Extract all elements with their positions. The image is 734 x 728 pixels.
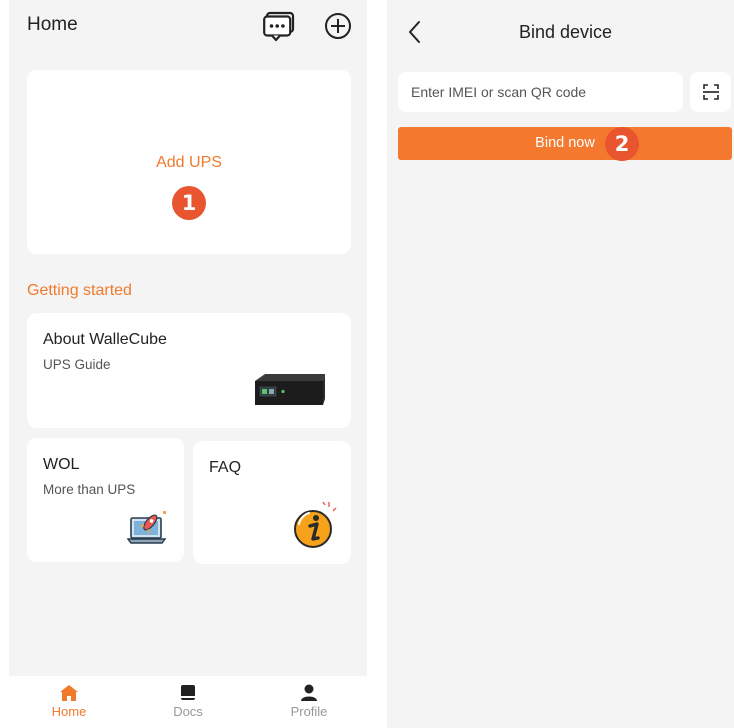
add-ups-card[interactable]: Add UPS 1 <box>27 70 351 254</box>
add-ups-label: Add UPS <box>156 154 222 171</box>
book-icon <box>181 685 195 700</box>
info-icon <box>294 501 337 548</box>
laptop-rocket-icon <box>127 511 167 544</box>
scan-icon <box>702 84 719 100</box>
page-title: Bind device <box>518 22 613 42</box>
user-icon <box>301 684 317 701</box>
getting-started-title: Getting started <box>27 282 132 299</box>
ups-device-icon <box>255 374 325 405</box>
bind-header: Bind device <box>387 0 734 60</box>
home-screen: Home Add UPS 1 Getting started About Wal… <box>9 0 367 728</box>
page-title: Home <box>27 14 78 35</box>
messages-icon[interactable] <box>263 10 297 42</box>
home-icon <box>60 685 78 701</box>
nav-profile[interactable]: Profile <box>269 684 349 719</box>
add-circle-icon[interactable] <box>321 10 355 42</box>
nav-docs[interactable]: Docs <box>148 684 228 719</box>
faq-title: FAQ <box>209 459 242 476</box>
about-subtitle: UPS Guide <box>43 357 111 372</box>
nav-home-label: Home <box>51 704 87 719</box>
wol-subtitle: More than UPS <box>43 482 136 497</box>
about-title: About WalleCube <box>43 331 167 348</box>
imei-input[interactable] <box>398 72 683 112</box>
nav-docs-label: Docs <box>173 704 203 719</box>
faq-card[interactable]: FAQ <box>193 441 351 564</box>
bottom-nav: Home Docs Profile <box>9 676 367 728</box>
bind-device-screen: Bind device Bind now 2 <box>387 0 734 728</box>
step-badge-2: 2 <box>605 127 639 161</box>
scan-qr-button[interactable] <box>690 72 731 112</box>
step-badge-1: 1 <box>172 186 206 220</box>
wol-card[interactable]: WOL More than UPS <box>27 438 184 562</box>
nav-profile-label: Profile <box>290 704 328 719</box>
wol-title: WOL <box>43 456 80 473</box>
nav-home[interactable]: Home <box>29 684 109 719</box>
bind-now-button[interactable]: Bind now <box>398 127 732 160</box>
about-wallecube-card[interactable]: About WalleCube UPS Guide <box>27 313 351 428</box>
